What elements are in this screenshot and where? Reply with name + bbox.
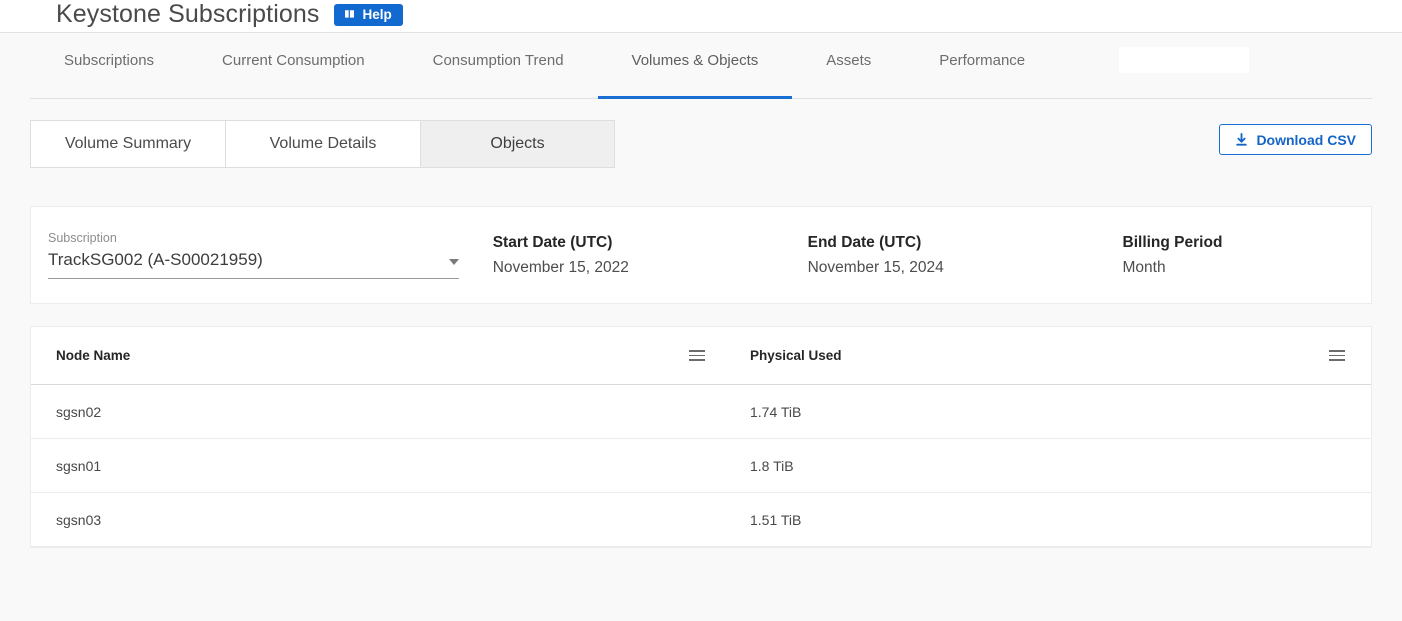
cell-physical-used: 1.51 TiB: [725, 512, 1365, 528]
tab-consumption-trend[interactable]: Consumption Trend: [399, 33, 598, 98]
objects-table: Node Name Physical Used sgsn021.74 TiBsg…: [30, 326, 1372, 548]
subtab-volume-details[interactable]: Volume Details: [225, 120, 420, 168]
column-header-node-name[interactable]: Node Name: [31, 348, 725, 363]
subtab-volume-summary[interactable]: Volume Summary: [30, 120, 225, 168]
cell-physical-used: 1.74 TiB: [725, 404, 1365, 420]
help-button[interactable]: Help: [334, 4, 402, 27]
content-area: Subscription TrackSG002 (A-S00021959) St…: [0, 206, 1402, 621]
table-row[interactable]: sgsn011.8 TiB: [31, 439, 1371, 493]
end-date-label: End Date (UTC): [808, 234, 1089, 252]
subscription-select-control[interactable]: TrackSG002 (A-S00021959): [48, 250, 459, 279]
cell-node-name: sgsn02: [31, 404, 725, 420]
page-header: Keystone Subscriptions Help: [0, 0, 1402, 33]
subscription-label: Subscription: [48, 231, 459, 245]
cell-physical-used: 1.8 TiB: [725, 458, 1365, 474]
help-button-label: Help: [362, 8, 391, 22]
column-header-physical-used-label: Physical Used: [750, 348, 842, 363]
start-date-field: Start Date (UTC) November 15, 2022: [493, 234, 774, 277]
start-date-value: November 15, 2022: [493, 259, 774, 277]
tab-subscriptions[interactable]: Subscriptions: [30, 33, 188, 98]
table-row[interactable]: sgsn021.74 TiB: [31, 385, 1371, 439]
subscription-select[interactable]: Subscription TrackSG002 (A-S00021959): [47, 231, 459, 279]
main-tab-bar: SubscriptionsCurrent ConsumptionConsumpt…: [0, 33, 1402, 99]
tab-assets[interactable]: Assets: [792, 33, 905, 98]
end-date-value: November 15, 2024: [808, 259, 1089, 277]
subtab-row: Volume SummaryVolume DetailsObjects Down…: [0, 99, 1402, 206]
book-icon: [343, 8, 356, 21]
billing-period-label: Billing Period: [1123, 234, 1355, 252]
tab-performance[interactable]: Performance: [905, 33, 1059, 98]
billing-period-field: Billing Period Month: [1123, 234, 1355, 277]
filter-card: Subscription TrackSG002 (A-S00021959) St…: [30, 206, 1372, 304]
cell-node-name: sgsn01: [31, 458, 725, 474]
table-row[interactable]: sgsn031.51 TiB: [31, 493, 1371, 547]
billing-period-value: Month: [1123, 259, 1355, 277]
subscription-value: TrackSG002 (A-S00021959): [48, 250, 263, 270]
table-header-row: Node Name Physical Used: [31, 327, 1371, 385]
column-header-physical-used[interactable]: Physical Used: [725, 348, 1365, 363]
page-title: Keystone Subscriptions: [56, 2, 319, 27]
tab-blank-field[interactable]: [1119, 47, 1249, 73]
cell-node-name: sgsn03: [31, 512, 725, 528]
tab-current-consumption[interactable]: Current Consumption: [188, 33, 399, 98]
column-header-node-name-label: Node Name: [56, 348, 130, 363]
hamburger-menu-icon[interactable]: [1329, 350, 1345, 361]
hamburger-menu-icon[interactable]: [689, 350, 705, 361]
download-icon: [1235, 133, 1248, 147]
subtab-objects[interactable]: Objects: [420, 120, 615, 168]
download-csv-label: Download CSV: [1256, 132, 1356, 148]
tab-volumes-objects[interactable]: Volumes & Objects: [598, 33, 793, 98]
end-date-field: End Date (UTC) November 15, 2024: [808, 234, 1089, 277]
start-date-label: Start Date (UTC): [493, 234, 774, 252]
chevron-down-icon: [449, 259, 459, 265]
download-csv-button[interactable]: Download CSV: [1219, 124, 1372, 155]
